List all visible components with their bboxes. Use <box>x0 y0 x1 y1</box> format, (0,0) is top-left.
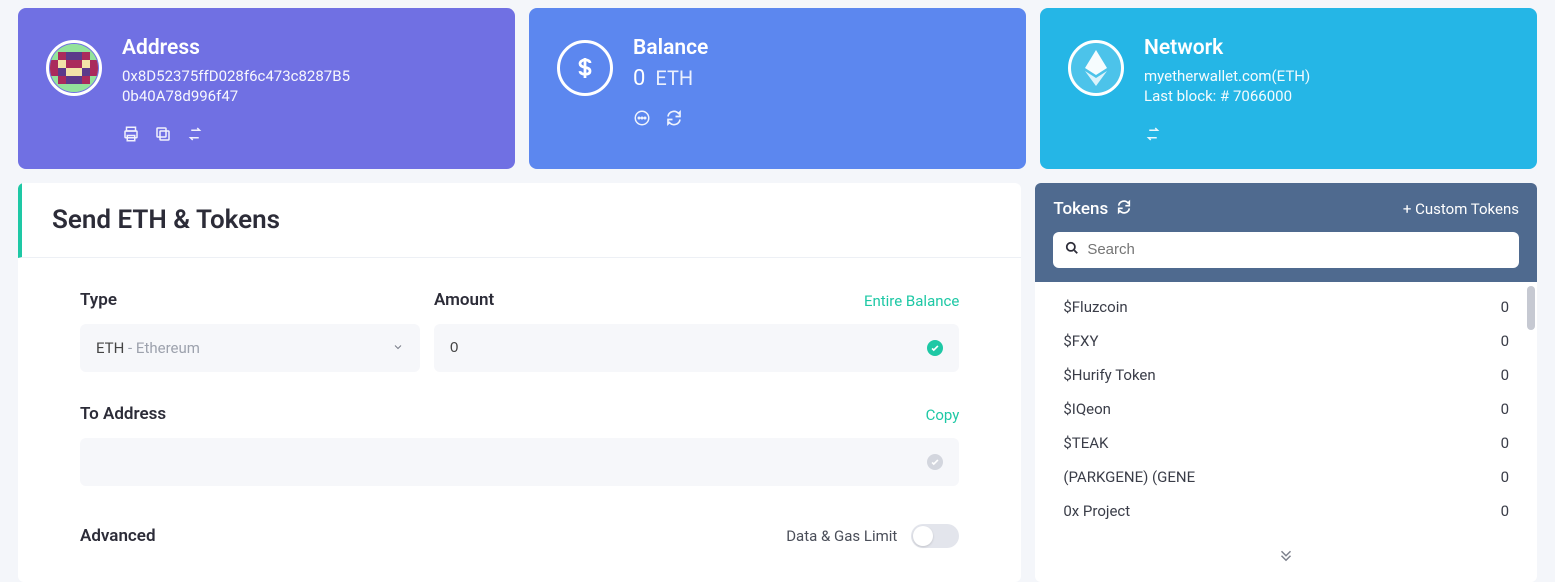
dropdown-selected: ETH - Ethereum <box>96 339 200 357</box>
copy-icon[interactable] <box>154 125 172 147</box>
copy-link[interactable]: Copy <box>926 406 960 424</box>
tokens-title: Tokens <box>1053 199 1132 220</box>
ethereum-icon <box>1068 40 1124 96</box>
chevron-down-icon <box>392 338 404 357</box>
amount-input[interactable] <box>450 324 943 372</box>
expand-tokens[interactable] <box>1035 536 1537 582</box>
swap-icon[interactable] <box>186 125 204 147</box>
network-title: Network <box>1144 36 1509 60</box>
search-icon <box>1065 240 1079 259</box>
token-balance: 0 <box>1501 502 1509 520</box>
balance-value-row: 0 ETH <box>633 66 998 91</box>
to-address-field <box>80 438 959 486</box>
identicon-icon <box>46 40 102 96</box>
token-name: $Fluzcoin <box>1063 298 1127 316</box>
token-balance: 0 <box>1501 332 1509 350</box>
check-empty-icon <box>927 454 943 470</box>
address-title: Address <box>122 36 487 60</box>
token-balance: 0 <box>1501 400 1509 418</box>
token-type-dropdown[interactable]: ETH - Ethereum <box>80 324 420 372</box>
amount-label: Amount <box>434 290 494 310</box>
advanced-toggle[interactable] <box>911 524 959 548</box>
add-custom-tokens[interactable]: + Custom Tokens <box>1403 200 1519 218</box>
address-card: Address 0x8D52375ffD028f6c473c8287B5 0b4… <box>18 8 515 169</box>
refresh-icon[interactable] <box>1116 199 1132 220</box>
token-item[interactable]: $FXY 0 <box>1035 324 1537 358</box>
token-balance: 0 <box>1501 366 1509 384</box>
send-header: Send ETH & Tokens <box>18 183 1021 258</box>
balance-unit: ETH <box>655 66 693 90</box>
token-name: $FXY <box>1063 332 1098 350</box>
tokens-panel: Tokens + Custom Tokens $Fluzcoin0$FXY0$H… <box>1035 183 1537 582</box>
token-item[interactable]: $Fluzcoin 0 <box>1035 290 1537 324</box>
token-item[interactable]: 0x Project 0 <box>1035 494 1537 528</box>
token-balance: 0 <box>1501 434 1509 452</box>
check-icon <box>927 340 943 356</box>
send-panel: Send ETH & Tokens Type ETH - Ethereum <box>18 183 1021 582</box>
token-search-wrap <box>1053 232 1519 268</box>
network-line1: myetherwallet.com(ETH) <box>1144 66 1509 86</box>
more-icon[interactable] <box>633 109 651 131</box>
token-search-input[interactable] <box>1087 232 1507 268</box>
dollar-icon <box>557 40 613 96</box>
swap-icon[interactable] <box>1144 125 1162 147</box>
token-item[interactable]: $IQeon 0 <box>1035 392 1537 426</box>
token-list[interactable]: $Fluzcoin0$FXY0$Hurify Token0$IQeon0$TEA… <box>1035 282 1537 536</box>
address-line2: 0b40A78d996f47 <box>122 86 487 106</box>
token-name: $Hurify Token <box>1063 366 1155 384</box>
entire-balance-link[interactable]: Entire Balance <box>864 292 959 310</box>
amount-field <box>434 324 959 372</box>
token-balance: 0 <box>1501 298 1509 316</box>
balance-title: Balance <box>633 36 998 60</box>
token-item[interactable]: $TEAK 0 <box>1035 426 1537 460</box>
balance-number: 0 <box>633 66 645 91</box>
balance-card: Balance 0 ETH <box>529 8 1026 169</box>
type-label: Type <box>80 290 117 310</box>
token-item[interactable]: (PARKGENE) (GENE 0 <box>1035 460 1537 494</box>
scrollbar[interactable] <box>1527 286 1535 330</box>
token-balance: 0 <box>1501 468 1509 486</box>
network-card: Network myetherwallet.com(ETH) Last bloc… <box>1040 8 1537 169</box>
address-line1: 0x8D52375ffD028f6c473c8287B5 <box>122 66 487 86</box>
advanced-row: Advanced Data & Gas Limit <box>80 520 959 548</box>
token-item[interactable]: $Hurify Token 0 <box>1035 358 1537 392</box>
send-title: Send ETH & Tokens <box>52 205 991 235</box>
token-name: $IQeon <box>1063 400 1111 418</box>
advanced-label: Advanced <box>80 526 156 546</box>
network-line2: Last block: # 7066000 <box>1144 86 1509 106</box>
print-icon[interactable] <box>122 125 140 147</box>
to-address-label: To Address <box>80 404 166 424</box>
refresh-icon[interactable] <box>665 109 683 131</box>
token-name: $TEAK <box>1063 434 1108 452</box>
token-name: (PARKGENE) (GENE <box>1063 468 1195 486</box>
to-address-input[interactable] <box>96 438 943 486</box>
token-name: 0x Project <box>1063 502 1130 520</box>
gas-label: Data & Gas Limit <box>786 527 897 545</box>
